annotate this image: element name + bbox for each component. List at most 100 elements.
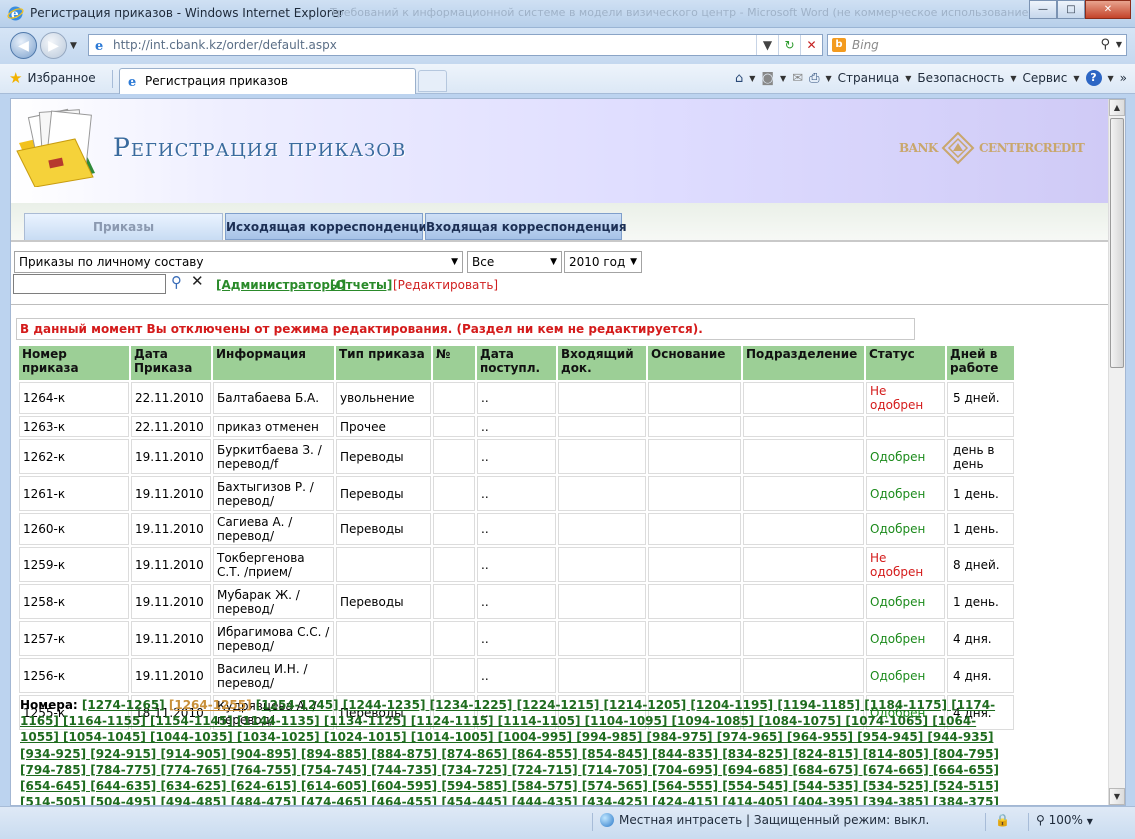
- clear-icon[interactable]: ✕: [191, 272, 204, 290]
- cell-order-number: 1258-к: [19, 584, 129, 619]
- close-window-button[interactable]: ✕: [1085, 0, 1131, 19]
- cell-status: Одобрен: [866, 621, 945, 656]
- table-row[interactable]: 1257-к 19.11.2010 Ибрагимова С.С. /перевод…: [19, 621, 1014, 656]
- year-value: 2010 год: [569, 255, 626, 269]
- cell-info: Балтабаева Б.А.: [213, 382, 334, 414]
- ie-page-icon: e: [95, 39, 103, 52]
- safety-menu-dropdown-icon[interactable]: ▼: [1010, 74, 1016, 83]
- search-options-icon[interactable]: ▼: [1116, 40, 1122, 49]
- section-tabs: Приказы Исходящая корреспонденция Входящ…: [11, 203, 1109, 241]
- home-icon[interactable]: ⌂: [735, 71, 743, 86]
- url-dropdown-icon[interactable]: ▼: [756, 35, 778, 55]
- minimize-button[interactable]: —: [1029, 0, 1057, 19]
- chevron-right-icon[interactable]: »: [1120, 71, 1127, 85]
- search-placeholder: Bing: [852, 38, 879, 52]
- table-row[interactable]: 1263-к 22.11.2010 приказ отменен Прочее..: [19, 416, 1014, 437]
- reports-link[interactable]: [Отчеты]: [330, 278, 392, 292]
- cell-division: [743, 658, 864, 693]
- table-row[interactable]: 1262-к 19.11.2010 Буркитбаева З. /перевод/…: [19, 439, 1014, 474]
- rss-icon[interactable]: ◙: [761, 71, 774, 86]
- cell-basis: [648, 476, 741, 511]
- scroll-thumb[interactable]: [1110, 118, 1124, 368]
- table-row[interactable]: 1256-к 19.11.2010 Василец И.Н. /перевод/..…: [19, 658, 1014, 693]
- tab-incoming-correspondence[interactable]: Входящая корреспонденция: [425, 213, 627, 240]
- year-select[interactable]: 2010 год ▼: [564, 251, 642, 273]
- column-info[interactable]: Информация: [213, 346, 334, 380]
- home-dropdown-icon[interactable]: ▼: [749, 74, 755, 83]
- column-order-date[interactable]: Дата Приказа: [131, 346, 211, 380]
- search-icon[interactable]: ⚲: [1100, 37, 1110, 52]
- history-dropdown-icon[interactable]: ▼: [70, 41, 77, 51]
- column-status[interactable]: Статус: [866, 346, 945, 380]
- scroll-down-icon[interactable]: ▼: [1109, 788, 1125, 805]
- maximize-button[interactable]: □: [1057, 0, 1085, 19]
- forward-button[interactable]: ▶: [40, 32, 67, 59]
- column-basis[interactable]: Основание: [648, 346, 741, 380]
- cell-info: Мубарак Ж. /перевод/: [213, 584, 334, 619]
- pager-link[interactable]: [1274-1265]: [82, 698, 165, 712]
- edit-link[interactable]: [Редактировать]: [393, 278, 498, 292]
- scroll-up-icon[interactable]: ▲: [1109, 99, 1125, 116]
- safety-menu[interactable]: Безопасность: [917, 71, 1004, 85]
- security-zone[interactable]: Местная интрасеть | Защищенный режим: вы…: [600, 813, 929, 827]
- table-row[interactable]: 1261-к 19.11.2010 Бахтыгизов Р. /перевод/П…: [19, 476, 1014, 511]
- help-icon[interactable]: ?: [1085, 70, 1102, 86]
- help-dropdown-icon[interactable]: ▼: [1108, 74, 1114, 83]
- column-order-type[interactable]: Тип приказа: [336, 346, 431, 380]
- globe-icon: [600, 813, 614, 827]
- tab-orders[interactable]: Приказы: [24, 213, 223, 240]
- svg-text:e: e: [128, 75, 136, 88]
- zoom-level[interactable]: ⚲ 100% ▼: [1036, 813, 1093, 827]
- table-row[interactable]: 1264-к 22.11.2010 Балтабаева Б.А. увольнени…: [19, 382, 1014, 414]
- cell-division: [743, 584, 864, 619]
- cell-basis: [648, 584, 741, 619]
- vertical-scrollbar[interactable]: ▲ ▼: [1108, 99, 1125, 805]
- cell-days-in-work: 4 дня.: [947, 621, 1014, 656]
- mail-icon[interactable]: ✉: [792, 71, 803, 86]
- table-row[interactable]: 1259-к 19.11.2010 Токбергенова С.Т. /прием…: [19, 547, 1014, 582]
- page-menu-dropdown-icon[interactable]: ▼: [905, 74, 911, 83]
- search-field[interactable]: b Bing ⚲ ▼: [827, 34, 1127, 56]
- rss-dropdown-icon[interactable]: ▼: [780, 74, 786, 83]
- print-dropdown-icon[interactable]: ▼: [826, 74, 832, 83]
- cell-received-date: ..: [477, 513, 556, 545]
- favorites-label: Избранное: [27, 71, 96, 85]
- command-bar: ⌂ ▼ ◙ ▼ ✉ ⎙ ▼ Страница ▼ Безопасность ▼ Серви…: [735, 70, 1127, 86]
- url-field[interactable]: e http://int.cbank.kz/order/default.aspx…: [88, 34, 823, 56]
- page-menu[interactable]: Страница: [838, 71, 900, 85]
- order-search-input[interactable]: [13, 274, 166, 294]
- column-received-date[interactable]: Дата поступл.: [477, 346, 556, 380]
- address-bar: ◀ ▶ ▼ e http://int.cbank.kz/order/defaul…: [0, 28, 1135, 64]
- status-bar: Местная интрасеть | Защищенный режим: вы…: [0, 806, 1135, 839]
- status-filter-select[interactable]: Все ▼: [467, 251, 562, 273]
- ie-page-icon: e: [128, 75, 136, 88]
- pager-current-page[interactable]: [1264-1255]: [169, 698, 252, 712]
- column-division[interactable]: Подразделение: [743, 346, 864, 380]
- favorites-button[interactable]: ★ Избранное: [9, 69, 96, 87]
- cell-status: Одобрен: [866, 439, 945, 474]
- protected-mode-icon[interactable]: 🔒: [995, 813, 1010, 827]
- cell-division: [743, 382, 864, 414]
- stop-icon[interactable]: ✕: [800, 35, 822, 55]
- pager-links[interactable]: [1254-1245] [1244-1235] [1234-1225] [122…: [20, 698, 999, 805]
- new-tab-button[interactable]: [418, 70, 447, 92]
- column-incoming-doc[interactable]: Входящий док.: [558, 346, 646, 380]
- administrators-link[interactable]: [Администраторы]: [216, 278, 346, 292]
- back-button[interactable]: ◀: [10, 32, 37, 59]
- cell-status: Не одобрен: [866, 382, 945, 414]
- column-order-number[interactable]: Номер приказа: [19, 346, 129, 380]
- column-days-in-work[interactable]: Дней в работе: [947, 346, 1014, 380]
- browser-tab-active[interactable]: e Регистрация приказов: [119, 68, 416, 94]
- order-type-select[interactable]: Приказы по личному составу ▼: [14, 251, 463, 273]
- tools-menu-dropdown-icon[interactable]: ▼: [1073, 74, 1079, 83]
- tools-menu[interactable]: Сервис: [1022, 71, 1067, 85]
- refresh-icon[interactable]: ↻: [778, 35, 800, 55]
- search-icon[interactable]: ⚲: [171, 273, 182, 291]
- chevron-down-icon: ▼: [630, 257, 637, 267]
- column-no[interactable]: №: [433, 346, 475, 380]
- table-row[interactable]: 1260-к 19.11.2010 Сагиева А. /перевод/Пере…: [19, 513, 1014, 545]
- print-icon[interactable]: ⎙: [809, 71, 819, 86]
- tab-outgoing-correspondence[interactable]: Исходящая корреспонденция: [225, 213, 435, 240]
- edit-mode-warning: В данный момент Вы отключены от режима р…: [16, 318, 915, 340]
- table-row[interactable]: 1258-к 19.11.2010 Мубарак Ж. /перевод/Пере…: [19, 584, 1014, 619]
